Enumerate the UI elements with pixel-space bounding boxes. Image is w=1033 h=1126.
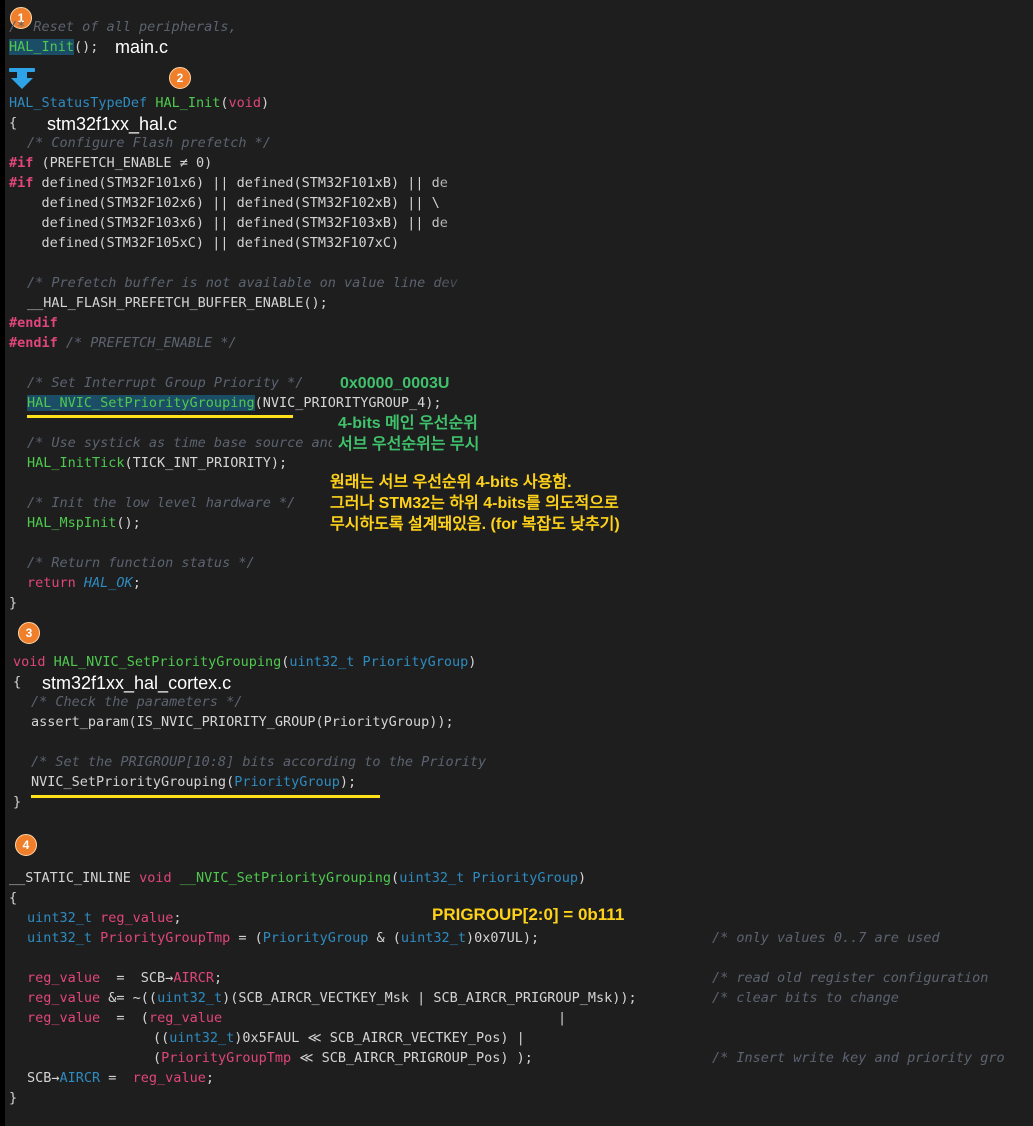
- annotation-main-priority: 4-bits 메인 우선순위: [338, 415, 478, 432]
- step-badge-3: 3: [18, 622, 40, 644]
- prigroup-pos-line: (PriorityGroupTmp ≪ SCB_AIRCR_PRIGROUP_P…: [153, 1050, 533, 1066]
- annotation-explain-2: 그러나 STM32는 하위 4-bits를 의도적으로: [330, 495, 619, 512]
- endif-2-line: #endif /* PREFETCH_ENABLE */: [9, 335, 237, 351]
- if-defined-line: #if defined(STM32F101x6) || defined(STM3…: [9, 175, 448, 191]
- comment-value-line: /* Prefetch buffer is not available on v…: [27, 275, 458, 291]
- step-badge-2: 2: [169, 67, 191, 89]
- defined-line-4: defined(STM32F105xC) || defined(STM32F10…: [9, 235, 400, 251]
- pipe-char: |: [558, 1010, 567, 1026]
- file-label-hal: stm32f1xx_hal.c: [47, 114, 178, 134]
- comment-return: /* Return function status */: [27, 555, 255, 571]
- annotation-sub-priority: 서브 우선순위는 무시: [338, 436, 480, 453]
- annotation-explain-1: 원래는 서브 우선순위 4-bits 사용함.: [330, 474, 572, 491]
- comment-group-priority: /* Set Interrupt Group Priority */: [27, 375, 304, 391]
- nvic-setgroup-inner-call: NVIC_SetPriorityGrouping(PriorityGroup);: [31, 774, 357, 790]
- annotation-group-value: 0x0000_0003U: [340, 375, 450, 392]
- write-aircr-line: SCB→AIRCR = reg_value;: [27, 1070, 214, 1086]
- decl-reg-value: uint32_t reg_value;: [27, 910, 182, 926]
- brace-close-4: }: [9, 1090, 18, 1106]
- comment-check-params: /* Check the parameters */: [31, 694, 243, 710]
- file-label-cortex: stm32f1xx_hal_cortex.c: [42, 673, 232, 693]
- comment-lowlevel: /* Init the low level hardware */: [27, 495, 296, 511]
- comment-read-old: /* read old register configuration: [712, 970, 989, 986]
- underline-nvic-setgroup: [27, 415, 293, 418]
- comment-only-values: /* only values 0..7 are used: [712, 930, 940, 946]
- hal-init-call-line: HAL_Init();: [9, 39, 99, 55]
- endif-1: #endif: [9, 315, 58, 331]
- inittick-line: HAL_InitTick(TICK_INT_PRIORITY);: [27, 455, 288, 471]
- hal-nvic-signature: void HAL_NVIC_SetPriorityGrouping(uint32…: [13, 654, 477, 670]
- annotation-explain-3: 무시하도록 설계돼있음. (for 복잡도 낮추기): [330, 516, 620, 533]
- mask-line: reg_value &= ~((uint32_t)(SCB_AIRCR_VECT…: [27, 990, 637, 1006]
- brace-close: }: [9, 595, 18, 611]
- brace-close-3: }: [13, 794, 22, 810]
- nvic-setgroup-call[interactable]: HAL_NVIC_SetPriorityGrouping: [27, 395, 255, 411]
- return-line: return HAL_OK;: [27, 575, 141, 591]
- comment-prigroup-bits: /* Set the PRIGROUP[10:8] bits according…: [31, 754, 487, 770]
- step-badge-4: 4: [15, 834, 37, 856]
- comment-insert-key: /* Insert write key and priority gro: [712, 1050, 1005, 1066]
- nvic-setgroup-call-line: HAL_NVIC_SetPriorityGrouping(NVIC_PRIORI…: [27, 395, 442, 411]
- vectkey-line: ((uint32_t)0x5FAUL ≪ SCB_AIRCR_VECTKEY_P…: [153, 1030, 525, 1046]
- brace-open-4: {: [9, 890, 18, 906]
- comment-prefetch: /* Configure Flash prefetch */: [27, 135, 271, 151]
- defined-line-2: defined(STM32F102x6) || defined(STM32F10…: [9, 195, 440, 211]
- read-aircr-line: reg_value = SCB→AIRCR;: [27, 970, 223, 986]
- brace-open: {: [9, 115, 18, 131]
- decl-priority-group-tmp: uint32_t PriorityGroupTmp = (PriorityGro…: [27, 930, 540, 946]
- file-label-main: main.c: [115, 37, 169, 57]
- static-inline-signature: __STATIC_INLINE void __NVIC_SetPriorityG…: [9, 870, 587, 886]
- comment-reset: /* Reset of all peripherals,: [9, 19, 237, 35]
- assign-reg-line: reg_value = (reg_value: [27, 1010, 223, 1026]
- if-prefetch-line: #if (PREFETCH_ENABLE ≠ 0): [9, 155, 213, 171]
- mspinit-line: HAL_MspInit();: [27, 515, 141, 531]
- hal-init-signature: HAL_StatusTypeDef HAL_Init(void): [9, 95, 270, 111]
- assert-param-line: assert_param(IS_NVIC_PRIORITY_GROUP(Prio…: [31, 714, 454, 730]
- flash-prefetch-enable: __HAL_FLASH_PREFETCH_BUFFER_ENABLE();: [27, 295, 328, 311]
- defined-line-3: defined(STM32F103x6) || defined(STM32F10…: [9, 215, 448, 231]
- comment-clear-bits: /* clear bits to change: [712, 990, 899, 1006]
- arrow-down-icon: [9, 68, 35, 89]
- brace-open-3: {: [13, 674, 22, 690]
- hal-init-call[interactable]: HAL_Init: [9, 39, 75, 55]
- comment-systick: /* Use systick as time base source and c…: [27, 435, 332, 451]
- annotation-prigroup: PRIGROUP[2:0] = 0b111: [432, 905, 625, 924]
- underline-nvic-inner: [31, 795, 380, 798]
